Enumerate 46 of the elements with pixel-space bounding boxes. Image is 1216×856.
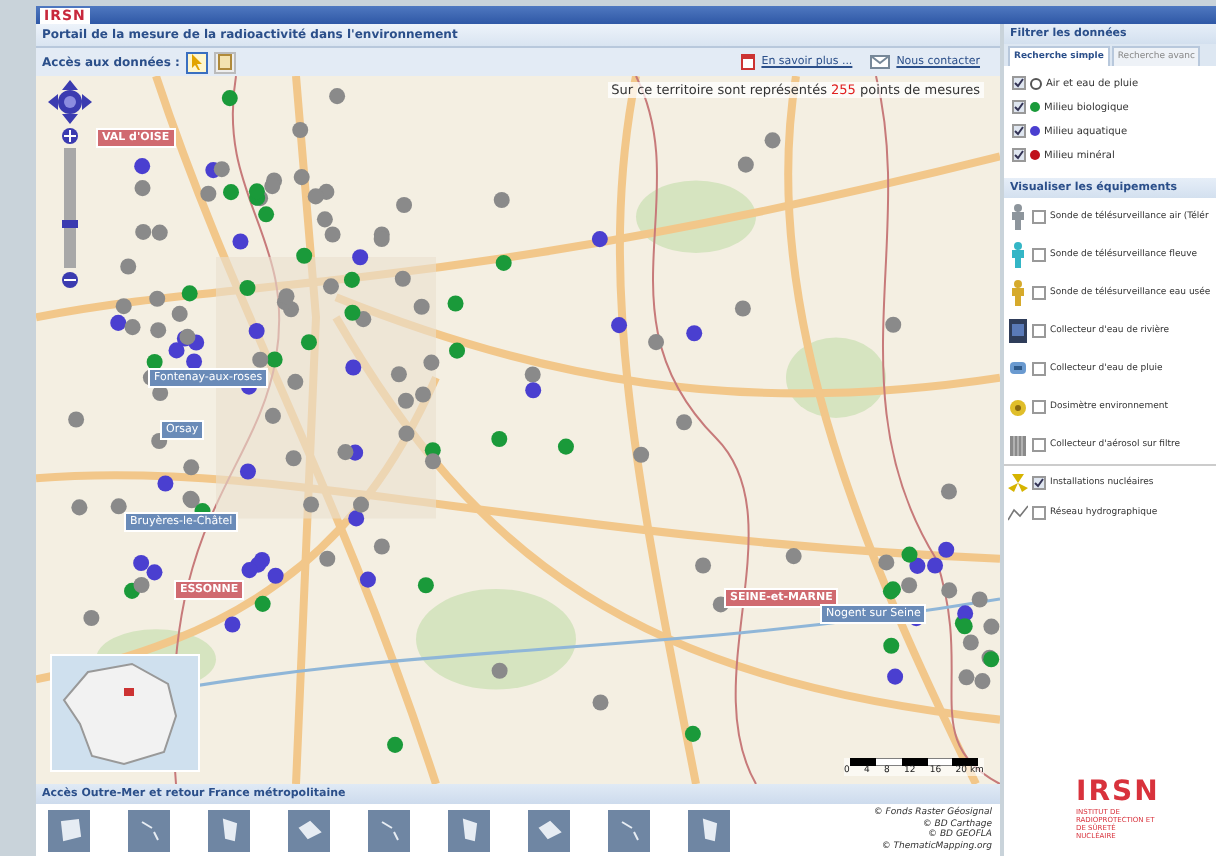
zoom-slider-thumb[interactable] (62, 220, 78, 229)
irsn-logo: IRSN (1076, 778, 1160, 808)
checkbox[interactable] (1032, 286, 1046, 300)
checkbox[interactable] (1012, 76, 1026, 90)
checkbox[interactable] (1032, 210, 1046, 224)
checkbox[interactable] (1032, 438, 1046, 452)
probe-icon (1008, 204, 1028, 230)
info-tool-button[interactable] (213, 51, 236, 73)
checkbox[interactable] (1012, 124, 1026, 138)
territory-button[interactable] (48, 809, 90, 851)
dosimeter-icon (1008, 394, 1028, 420)
envelope-icon (870, 54, 891, 70)
island-icon (55, 816, 83, 844)
territory-button[interactable] (528, 809, 570, 851)
pointer-tool-button[interactable] (185, 51, 208, 73)
river-line-icon (1008, 504, 1028, 522)
plus-icon (64, 130, 76, 142)
pan-control-icon[interactable] (48, 80, 92, 124)
checkbox[interactable] (1032, 476, 1046, 490)
document-icon (739, 54, 756, 70)
territory-button[interactable] (448, 809, 490, 851)
territory-button[interactable] (208, 809, 250, 851)
checkbox[interactable] (1032, 400, 1046, 414)
island-icon (295, 816, 323, 844)
minus-icon (64, 274, 76, 286)
probe-icon (1008, 242, 1028, 268)
france-inset-map[interactable] (50, 654, 200, 772)
island-icon (535, 816, 563, 844)
territory-button[interactable] (128, 809, 170, 851)
cabinet-icon (1008, 318, 1028, 344)
checkbox[interactable] (1032, 362, 1046, 376)
checkbox[interactable] (1012, 148, 1026, 162)
territory-button[interactable] (368, 809, 410, 851)
filter-icon (1008, 432, 1028, 458)
checkbox[interactable] (1012, 100, 1026, 114)
territory-button[interactable] (608, 809, 650, 851)
air-icon (1030, 77, 1042, 89)
checkbox[interactable] (1032, 324, 1046, 338)
radiation-icon (1008, 474, 1028, 492)
checkbox[interactable] (1032, 506, 1046, 520)
checkbox[interactable] (1032, 248, 1046, 262)
scale-bar (850, 758, 978, 766)
probe-icon (1008, 280, 1028, 306)
zoom-slider[interactable] (64, 148, 76, 268)
territory-button[interactable] (288, 809, 330, 851)
territory-button[interactable] (688, 809, 730, 851)
